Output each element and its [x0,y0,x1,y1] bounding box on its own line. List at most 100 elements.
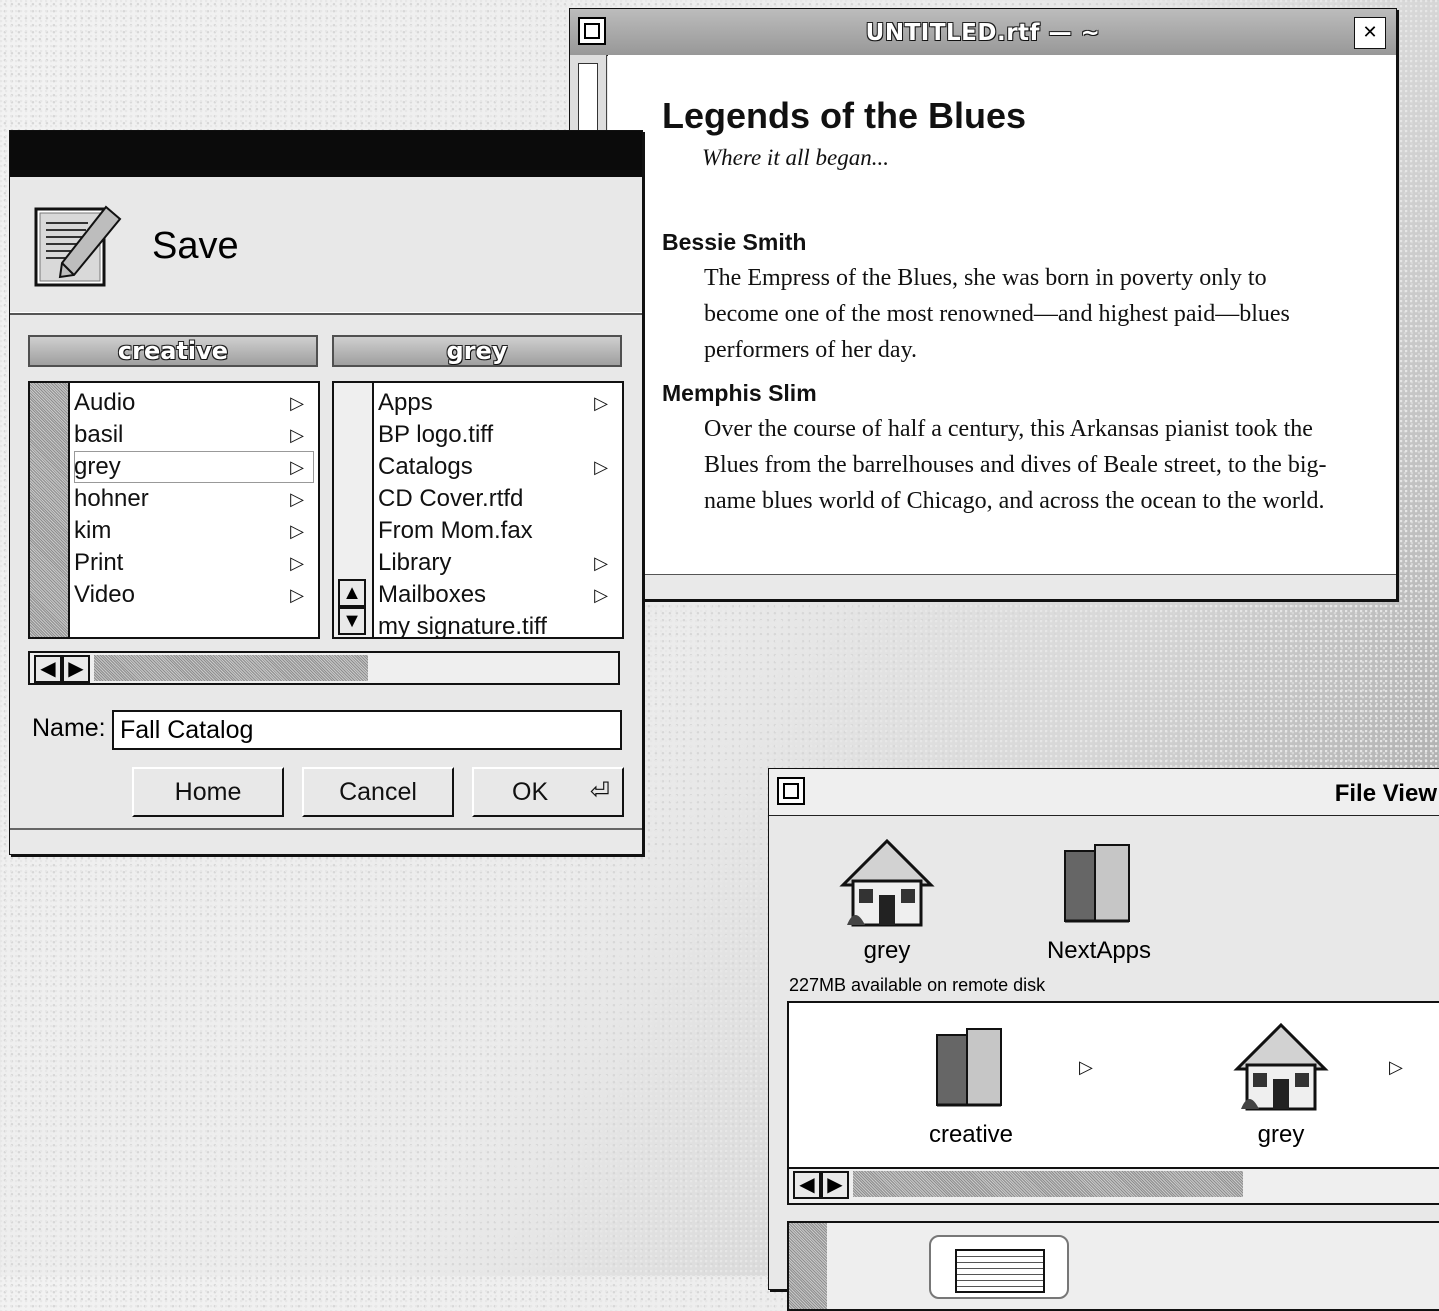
list-item-label: Video [74,581,135,608]
column-header-creative: creative [28,335,318,367]
submenu-arrow-icon: ▷ [290,553,304,573]
file-viewer-title: File View [1334,780,1437,807]
submenu-arrow-icon: ▷ [290,457,304,477]
list-item[interactable]: Print ▷ [74,547,314,579]
list-item-label: Mailboxes [378,581,487,608]
save-panel-titlebar[interactable] [10,131,642,177]
list-item-label: Apps [378,389,433,416]
scroller-knob[interactable] [94,655,368,681]
ok-button[interactable]: OK ⏎ [472,767,624,817]
close-icon[interactable]: ✕ [1354,17,1386,49]
horizontal-scroller[interactable]: ◀ ▶ [28,651,620,685]
submenu-arrow-icon: ▷ [290,585,304,605]
list-item-label: grey [74,453,121,480]
submenu-arrow-icon: ▷ [290,425,304,445]
folder-icon [919,1017,1023,1121]
submenu-arrow-icon: ▷ [290,489,304,509]
list-item-label: Catalogs [378,453,473,480]
vertical-scroller[interactable] [30,383,70,637]
section-paragraph: Over the course of half a century, this … [704,416,1327,514]
scroll-down-icon[interactable]: ▼ [338,607,366,635]
shelf-item[interactable]: NextApps [1029,833,1169,965]
list-item[interactable]: CD Cover.rtfd [378,483,618,515]
submenu-arrow-icon: ▷ [290,521,304,541]
vertical-scroller[interactable] [789,1223,827,1309]
file-viewer-titlebar[interactable]: File View [769,769,1439,816]
list-item-label: CD Cover.rtfd [378,485,524,512]
miniaturize-button[interactable] [777,777,805,805]
browser-item-label: creative [928,1121,1014,1148]
document-subtitle: Where it all began... [702,145,889,170]
list-item[interactable]: Library ▷ [378,547,618,579]
browser-item[interactable]: grey [1201,1017,1361,1149]
vertical-scroller[interactable]: ▲ ▼ [334,383,374,637]
return-key-icon: ⏎ [589,778,610,805]
cancel-button[interactable]: Cancel [302,767,454,817]
submenu-arrow-icon: ▷ [594,393,608,413]
home-button[interactable]: Home [132,767,284,817]
list-item[interactable]: BP logo.tiff [378,419,618,451]
list-item[interactable]: basil ▷ [74,419,314,451]
list-item-label: Print [74,549,124,576]
available-space-text: 227MB available on remote disk [789,975,1046,995]
name-field[interactable]: Fall Catalog [112,710,622,750]
ok-button-label: OK [512,778,549,806]
shelf-item-label: grey [863,937,911,964]
name-label: Name: [32,714,106,742]
list-item[interactable]: Mailboxes ▷ [378,579,618,611]
browser-column-grey: ▲ ▼ Apps ▷ BP logo.tiff Catalogs ▷ CD Cove… [332,381,624,639]
submenu-arrow-icon: ▷ [290,393,304,413]
document-title: UNTITLED.rtf — ~ [865,20,1101,46]
column-header-grey: grey [332,335,622,367]
file-viewer-window: File View grey NextApps 227MB available … [768,768,1439,1311]
file-list: Audio ▷ basil ▷ grey ▷ hohner ▷ kim ▷ Print ▷ … [74,387,314,611]
save-panel: Save creative grey Audio ▷ basil ▷ grey ▷ h… [9,130,643,855]
scroll-right-icon[interactable]: ▶ [821,1171,849,1199]
document-titlebar[interactable]: UNTITLED.rtf — ~ ✕ [570,9,1396,56]
list-item[interactable]: Catalogs ▷ [378,451,618,483]
file-list: Apps ▷ BP logo.tiff Catalogs ▷ CD Cover.rt… [378,387,618,639]
document-edit-icon [32,199,128,295]
list-item[interactable]: From Mom.fax [378,515,618,547]
document-window: UNTITLED.rtf — ~ ✕ Legends of the Blues … [569,8,1397,600]
document-page[interactable]: Legends of the Blues Where it all began.… [608,55,1396,575]
list-item[interactable]: Audio ▷ [74,387,314,419]
shelf-item-label: NextApps [1046,937,1152,964]
file-list-pane [787,1221,1439,1311]
shelf-item[interactable]: grey [827,833,947,965]
horizontal-scroller[interactable]: ◀ ▶ [789,1167,1439,1203]
list-item[interactable]: hohner ▷ [74,483,314,515]
scroll-left-icon[interactable]: ◀ [793,1171,821,1199]
scroller-knob[interactable] [853,1171,1243,1197]
save-panel-title: Save [152,225,239,267]
save-panel-header: Save [10,177,642,315]
list-item[interactable]: my signature.tiff [378,611,618,639]
browser-item[interactable]: creative [891,1017,1051,1149]
list-item-label: Library [378,549,452,576]
submenu-arrow-icon: ▷ [594,553,608,573]
list-item-label: From Mom.fax [378,517,533,544]
scroll-left-icon[interactable]: ◀ [34,655,62,683]
name-row: Name: Fall Catalog [32,710,622,750]
list-item[interactable]: Video ▷ [74,579,314,611]
list-item-label: hohner [74,485,149,512]
scroll-up-icon[interactable]: ▲ [338,579,366,607]
submenu-arrow-icon: ▷ [1079,1057,1093,1077]
list-item[interactable]: kim ▷ [74,515,314,547]
section-heading: Bessie Smith [662,229,807,255]
scroll-right-icon[interactable]: ▶ [62,655,90,683]
folder-icon [1047,833,1151,937]
browser-column-creative: Audio ▷ basil ▷ grey ▷ hohner ▷ kim ▷ Print ▷ … [28,381,320,639]
list-item-selected[interactable]: grey ▷ [74,451,314,483]
browser-item-label: grey [1257,1121,1305,1148]
document-icon[interactable] [929,1235,1069,1299]
list-item-label: basil [74,421,124,448]
submenu-arrow-icon: ▷ [594,457,608,477]
file-browser: creative grey ▷ ▷ ◀ ▶ [787,1001,1439,1205]
section-paragraph: The Empress of the Blues, she was born i… [704,265,1290,363]
list-item-label: my signature.tiff [378,613,547,639]
list-item-label: BP logo.tiff [378,421,494,448]
list-item[interactable]: Apps ▷ [378,387,618,419]
house-icon [835,833,939,937]
list-item-label: Audio [74,389,136,416]
